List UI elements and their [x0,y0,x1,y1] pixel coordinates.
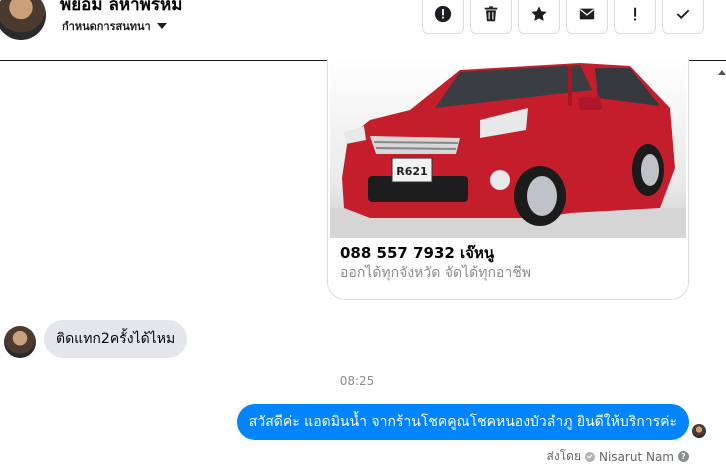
mark-done-button[interactable] [662,0,704,34]
ad-card[interactable]: R621 088 557 7932 เจ๊หนู ออกได้ทุกจังหวั… [327,58,689,300]
car-image: R621 [330,58,686,238]
help-icon[interactable]: ? [678,451,689,462]
scroll-up-arrow[interactable] [718,70,726,75]
sent-by-info: ส่งโดย Nisarut Nam ? [547,447,689,466]
report-button[interactable] [422,0,464,34]
incoming-message[interactable]: ติดแทก2ครั้งได้ไหม [44,320,188,358]
license-plate: R621 [396,165,427,178]
message-timestamp: 08:25 [339,374,375,388]
envelope-icon [579,8,595,20]
alert-circle-icon [434,5,452,23]
contact-avatar[interactable] [0,0,46,40]
exclamation-icon [634,7,637,21]
card-subtitle: ออกได้ทุกจังหวัด จัดได้ทุกอาชีพ [340,265,531,281]
toolbar [422,0,704,34]
seen-avatar [692,424,706,438]
trash-icon [484,6,498,22]
contact-subtitle: กำหนดการสนทนา [62,20,151,33]
outgoing-message[interactable]: สวัสดีค่ะ แอดมินน้ำ จากร้านโชคคูณโชคหนอง… [236,404,689,440]
mark-spam-button[interactable] [614,0,656,34]
sent-by-name[interactable]: Nisarut Nam [599,450,674,464]
star-icon [531,6,547,21]
star-button[interactable] [518,0,560,34]
delete-button[interactable] [470,0,512,34]
sent-check-icon [585,451,595,462]
contact-name[interactable]: พีย้อม ลีหาพรหม [60,0,182,18]
sender-avatar[interactable] [4,326,36,358]
sent-by-label: ส่งโดย [546,449,581,463]
conversation-header: พีย้อม ลีหาพรหม กำหนดการสนทนา [0,0,726,61]
mark-unread-button[interactable] [566,0,608,34]
caret-down-icon [156,23,167,29]
conversation-options-dropdown[interactable]: กำหนดการสนทนา [62,17,167,35]
checkmark-icon [676,9,690,19]
